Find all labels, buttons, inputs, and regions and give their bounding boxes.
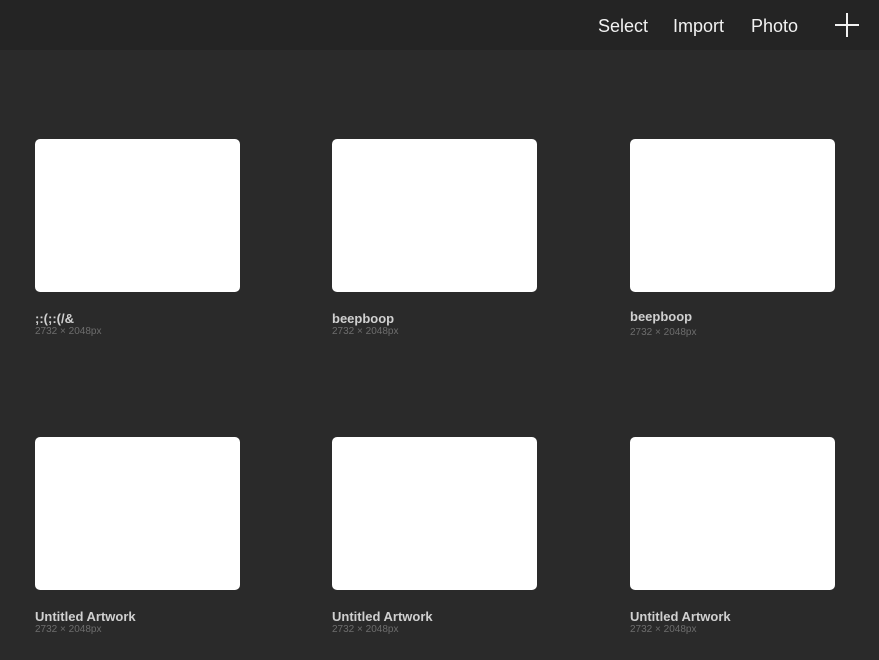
artwork-tile[interactable]: Untitled Artwork 2732 × 2048px: [630, 437, 835, 636]
artwork-thumbnail[interactable]: [630, 139, 835, 292]
artwork-dimensions: 2732 × 2048px: [332, 326, 399, 337]
artwork-title: Untitled Artwork: [332, 609, 433, 624]
artwork-dimensions: 2732 × 2048px: [35, 624, 102, 635]
photo-button[interactable]: Photo: [751, 14, 798, 38]
plus-icon-vertical-bar: [846, 13, 848, 37]
artwork-dimensions: 2732 × 2048px: [630, 624, 697, 635]
plus-icon[interactable]: [834, 12, 860, 38]
artwork-tile[interactable]: beepboop 2732 × 2048px: [332, 139, 537, 338]
artwork-tile[interactable]: Untitled Artwork 2732 × 2048px: [35, 437, 240, 636]
artwork-title: beepboop: [332, 311, 395, 326]
artwork-dimensions: 2732 × 2048px: [630, 327, 697, 338]
artwork-thumbnail[interactable]: [332, 139, 537, 292]
import-button[interactable]: Import: [673, 14, 724, 38]
artwork-title: ;:(;:(/&: [35, 311, 74, 326]
artwork-thumbnail[interactable]: [630, 437, 835, 590]
artwork-tile[interactable]: ;:(;:(/& 2732 × 2048px: [35, 139, 240, 338]
select-button[interactable]: Select: [598, 14, 648, 38]
artwork-title: Untitled Artwork: [35, 609, 136, 624]
artwork-title: Untitled Artwork: [630, 609, 731, 624]
artwork-thumbnail[interactable]: [35, 437, 240, 590]
artwork-dimensions: 2732 × 2048px: [35, 326, 102, 337]
artwork-thumbnail[interactable]: [35, 139, 240, 292]
artwork-tile[interactable]: beepboop 2732 × 2048px: [630, 139, 835, 339]
artwork-dimensions: 2732 × 2048px: [332, 624, 399, 635]
artwork-thumbnail[interactable]: [332, 437, 537, 590]
artwork-tile[interactable]: Untitled Artwork 2732 × 2048px: [332, 437, 537, 636]
gallery-screen: Select Import Photo ;:(;:(/& 2732 × 2048…: [0, 0, 879, 660]
top-toolbar: Select Import Photo: [0, 0, 879, 50]
artwork-title: beepboop: [630, 309, 693, 324]
